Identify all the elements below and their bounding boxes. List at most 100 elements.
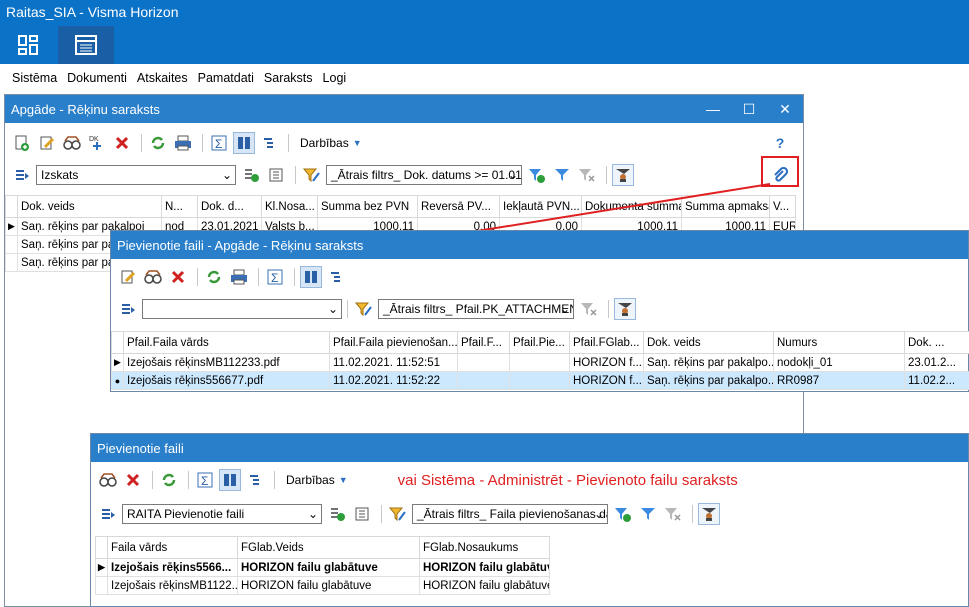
column-header[interactable]: Pfail.Faila pievienošan...: [329, 331, 458, 354]
table-row[interactable]: ▶ Izejošais rēķins5566... HORIZON failu …: [95, 558, 550, 577]
refresh-icon[interactable]: [147, 132, 169, 154]
delete-icon[interactable]: [122, 469, 144, 491]
window-list-button[interactable]: [58, 26, 114, 64]
refresh-icon[interactable]: [158, 469, 180, 491]
view-combo[interactable]: Izskats ⌄: [36, 165, 236, 185]
add-icon[interactable]: [11, 132, 33, 154]
row-indicator: ▶: [5, 217, 18, 236]
view-icon[interactable]: [97, 469, 119, 491]
print-icon[interactable]: [228, 266, 250, 288]
app-toolbar: [0, 26, 969, 64]
sum-icon[interactable]: Σ: [194, 469, 216, 491]
table-header: Pfail.Faila vārds Pfail.Faila pievienoša…: [111, 331, 969, 354]
menu-bar: Sistēma Dokumenti Atskaites Pamatdati Sa…: [0, 64, 969, 92]
column-header[interactable]: Pfail.FGlab...: [569, 331, 644, 354]
column-header[interactable]: Faila vārds: [107, 536, 238, 559]
group-icon[interactable]: [244, 469, 266, 491]
view-icon[interactable]: [61, 132, 83, 154]
refresh-icon[interactable]: [203, 266, 225, 288]
maximize-button[interactable]: ☐: [731, 95, 767, 123]
filter-icon[interactable]: [637, 503, 659, 525]
column-header[interactable]: Pfail.Faila vārds: [123, 331, 330, 354]
print-icon[interactable]: [172, 132, 194, 154]
minimize-button[interactable]: —: [695, 95, 731, 123]
cell: HORIZON failu glabātuve: [237, 576, 420, 595]
quick-filter-combo[interactable]: _Ātrais filtrs_ Faila pievienošanas da ⌄: [412, 504, 608, 524]
clear-filter-icon[interactable]: [662, 503, 684, 525]
separator: [258, 268, 259, 286]
actions-label: Darbības: [286, 473, 335, 487]
clear-filter-icon[interactable]: [578, 298, 600, 320]
columns-icon[interactable]: [233, 132, 255, 154]
actions-menu[interactable]: Darbības ▼: [300, 136, 362, 150]
view-combo[interactable]: RAITA Pievienotie faili ⌄: [122, 504, 322, 524]
view-combo[interactable]: ⌄: [142, 299, 342, 319]
edit-icon[interactable]: [117, 266, 139, 288]
delete-icon[interactable]: [111, 132, 133, 154]
add-view-icon[interactable]: [326, 503, 348, 525]
view-settings-icon[interactable]: [265, 164, 287, 186]
table-row-selected[interactable]: ● Izejošais rēķins556677.pdf 11.02.2021.…: [111, 371, 969, 390]
attached-files-table: Faila vārds FGlab.Veids FGlab.Nosaukums …: [95, 536, 550, 595]
group-icon[interactable]: [258, 132, 280, 154]
menu-atskaites[interactable]: Atskaites: [135, 71, 190, 85]
menu-pamatdati[interactable]: Pamatdati: [196, 71, 256, 85]
column-header[interactable]: Kl.Nosa...: [261, 195, 318, 218]
column-header[interactable]: Numurs: [773, 331, 905, 354]
add-filter-icon[interactable]: [612, 503, 634, 525]
sum-icon[interactable]: Σ: [208, 132, 230, 154]
close-button[interactable]: ✕: [767, 95, 803, 123]
column-header[interactable]: Dok. veids: [17, 195, 162, 218]
menu-sistema[interactable]: Sistēma: [10, 71, 59, 85]
view-select-icon[interactable]: [117, 298, 139, 320]
column-header[interactable]: Dok. d...: [197, 195, 262, 218]
chevron-down-icon: ⌄: [327, 302, 339, 316]
filter-user-icon[interactable]: [614, 298, 636, 320]
view-combo-value: RAITA Pievienotie faili: [127, 507, 245, 521]
view-select-icon[interactable]: [97, 503, 119, 525]
table-row[interactable]: ▶ Izejošais rēķinsMB112233.pdf 11.02.202…: [111, 353, 969, 372]
filter-toolbar: RAITA Pievienotie faili ⌄ _Ātrais filtrs_…: [91, 500, 968, 528]
delete-icon[interactable]: [167, 266, 189, 288]
cell: 11.02.2...: [904, 371, 969, 390]
filter-user-icon[interactable]: [698, 503, 720, 525]
column-header[interactable]: Dok. veids: [643, 331, 774, 354]
column-header[interactable]: FGlab.Nosaukums: [419, 536, 550, 559]
cell: Izejošais rēķinsMB1122...: [107, 576, 238, 595]
table-row[interactable]: Izejošais rēķinsMB1122... HORIZON failu …: [95, 576, 550, 595]
menu-dokumenti[interactable]: Dokumenti: [65, 71, 129, 85]
column-header[interactable]: Dok. ...: [904, 331, 969, 354]
filter-edit-icon[interactable]: [301, 164, 323, 186]
columns-icon[interactable]: [219, 469, 241, 491]
copy-icon[interactable]: DK: [86, 132, 108, 154]
separator: [274, 471, 275, 489]
cell: HORIZON f...: [569, 353, 644, 372]
cell: HORIZON failu glabātuve: [237, 558, 420, 577]
filter-edit-icon[interactable]: [353, 298, 375, 320]
help-icon[interactable]: ?: [769, 132, 791, 154]
column-header[interactable]: Pfail.Pie...: [509, 331, 570, 354]
columns-icon[interactable]: [300, 266, 322, 288]
window-titlebar: Apgāde - Rēķinu saraksts — ☐ ✕: [5, 95, 803, 123]
cell: [509, 353, 570, 372]
menu-saraksts[interactable]: Saraksts: [262, 71, 315, 85]
column-header[interactable]: FGlab.Veids: [237, 536, 420, 559]
view-select-icon[interactable]: [11, 164, 33, 186]
dashboard-button[interactable]: [0, 26, 56, 64]
svg-text:Σ: Σ: [271, 271, 278, 285]
group-icon[interactable]: [325, 266, 347, 288]
menu-logi[interactable]: Logi: [321, 71, 349, 85]
actions-menu[interactable]: Darbības ▼: [286, 473, 348, 487]
column-header[interactable]: N...: [161, 195, 198, 218]
filter-edit-icon[interactable]: [387, 503, 409, 525]
cell: nodokļi_01: [773, 353, 905, 372]
sum-icon[interactable]: Σ: [264, 266, 286, 288]
view-settings-icon[interactable]: [351, 503, 373, 525]
quick-filter-combo[interactable]: _Ātrais filtrs_ Pfail.PK_ATTACHMENT ⌄: [378, 299, 574, 319]
column-header[interactable]: Pfail.F...: [457, 331, 510, 354]
separator: [608, 300, 609, 318]
add-view-icon[interactable]: [240, 164, 262, 186]
view-icon[interactable]: [142, 266, 164, 288]
edit-icon[interactable]: [36, 132, 58, 154]
window-title: Pievienotie faili: [97, 440, 184, 456]
